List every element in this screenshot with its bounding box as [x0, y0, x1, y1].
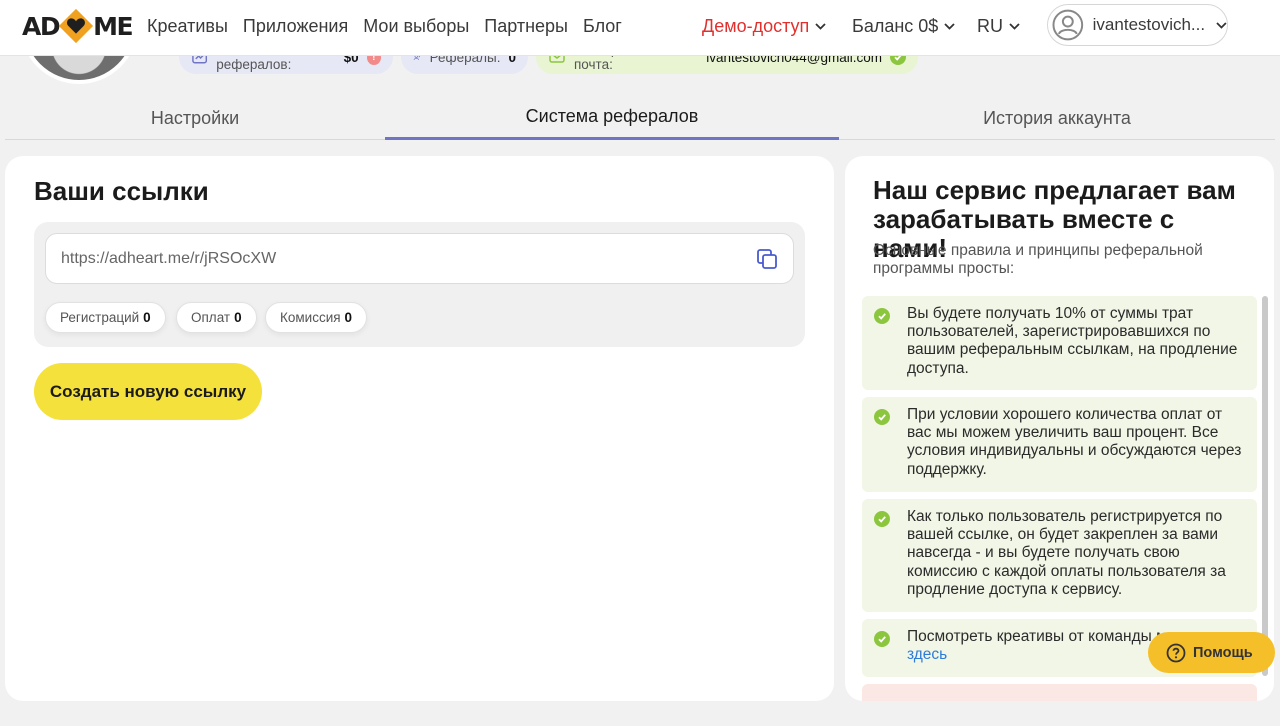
rule-text: При условии хорошего количества оплат от… [907, 406, 1242, 478]
stat-registrations-label: Регистраций [60, 310, 140, 325]
profile-tabs: Настройки Система рефералов История акка… [5, 96, 1275, 140]
rule-item: Как только пользователь регистрируется п… [862, 499, 1257, 612]
referral-link-box: https://adheart.me/r/jRSOcXW Регистраций… [34, 222, 805, 347]
rule-item: Вы будете получать 10% от суммы трат пол… [862, 296, 1257, 390]
stat-payments-label: Оплат [191, 310, 231, 325]
user-menu[interactable]: ivantestovich... [1047, 4, 1228, 46]
creatives-link[interactable]: здесь [907, 646, 947, 663]
nav-apps[interactable]: Приложения [243, 16, 348, 37]
rules-scrollbar[interactable] [1262, 296, 1268, 676]
top-header: AD ME Креативы Приложения Мои выборы Пар… [0, 0, 1280, 56]
language-dropdown[interactable]: RU [977, 0, 1020, 52]
your-links-card: Ваши ссылки https://adheart.me/r/jRSOcXW… [5, 156, 834, 701]
check-icon [874, 631, 890, 647]
logo-text-left: AD [22, 11, 61, 41]
nav-blog[interactable]: Блог [583, 16, 622, 37]
referral-link-field[interactable]: https://adheart.me/r/jRSOcXW [45, 233, 794, 284]
help-button[interactable]: Помощь [1148, 632, 1275, 673]
chevron-down-icon [1009, 22, 1020, 30]
language-label: RU [977, 15, 1003, 36]
copy-icon[interactable] [755, 247, 779, 271]
rule-text: Вы будете получать 10% от суммы трат пол… [907, 305, 1238, 377]
check-icon [874, 511, 890, 527]
user-avatar-icon [1052, 9, 1084, 41]
main-nav: Креативы Приложения Мои выборы Партнеры … [147, 0, 622, 52]
nav-my-selections[interactable]: Мои выборы [363, 16, 469, 37]
balance-dropdown[interactable]: Баланс 0$ [852, 0, 955, 52]
rule-text: Как только пользователь регистрируется п… [907, 508, 1226, 598]
user-name: ivantestovich... [1092, 15, 1206, 34]
rule-item: При условии хорошего количества оплат от… [862, 397, 1257, 492]
logo[interactable]: AD ME [22, 6, 134, 46]
stat-commission: Комиссия 0 [265, 302, 368, 333]
logo-text-right: ME [93, 11, 133, 41]
nav-partners[interactable]: Партнеры [484, 16, 568, 37]
help-question-icon [1166, 643, 1186, 662]
tab-settings[interactable]: Настройки [5, 96, 385, 140]
chevron-down-icon [815, 22, 826, 30]
help-label: Помощь [1193, 644, 1253, 661]
heart-logo-icon [59, 8, 94, 44]
stat-payments: Оплат 0 [176, 302, 257, 333]
rule-item-warning [862, 684, 1257, 701]
your-links-title: Ваши ссылки [34, 176, 209, 206]
stat-registrations: Регистраций 0 [45, 302, 166, 333]
chevron-down-icon [944, 22, 955, 30]
demo-access-label: Демо-доступ [702, 15, 810, 36]
tab-referral-system[interactable]: Система рефералов [385, 96, 839, 140]
stat-commission-value: 0 [344, 310, 353, 325]
tab-account-history[interactable]: История аккаунта [839, 96, 1275, 140]
stat-registrations-value: 0 [143, 310, 151, 325]
check-icon [874, 409, 890, 425]
referral-info-card: Наш сервис предлагает вам зарабатывать в… [845, 156, 1274, 701]
referral-info-intro: Основные правила и принципы реферальной … [873, 242, 1203, 277]
balance-label: Баланс 0$ [852, 15, 939, 36]
create-new-link-button[interactable]: Создать новую ссылку [34, 363, 262, 420]
referral-link-url: https://adheart.me/r/jRSOcXW [61, 249, 277, 267]
chevron-down-icon [1216, 21, 1227, 29]
demo-access-dropdown[interactable]: Демо-доступ [702, 0, 826, 52]
stat-payments-value: 0 [234, 310, 242, 325]
stat-commission-label: Комиссия [280, 310, 341, 325]
nav-creatives[interactable]: Креативы [147, 16, 228, 37]
check-icon [874, 308, 890, 324]
